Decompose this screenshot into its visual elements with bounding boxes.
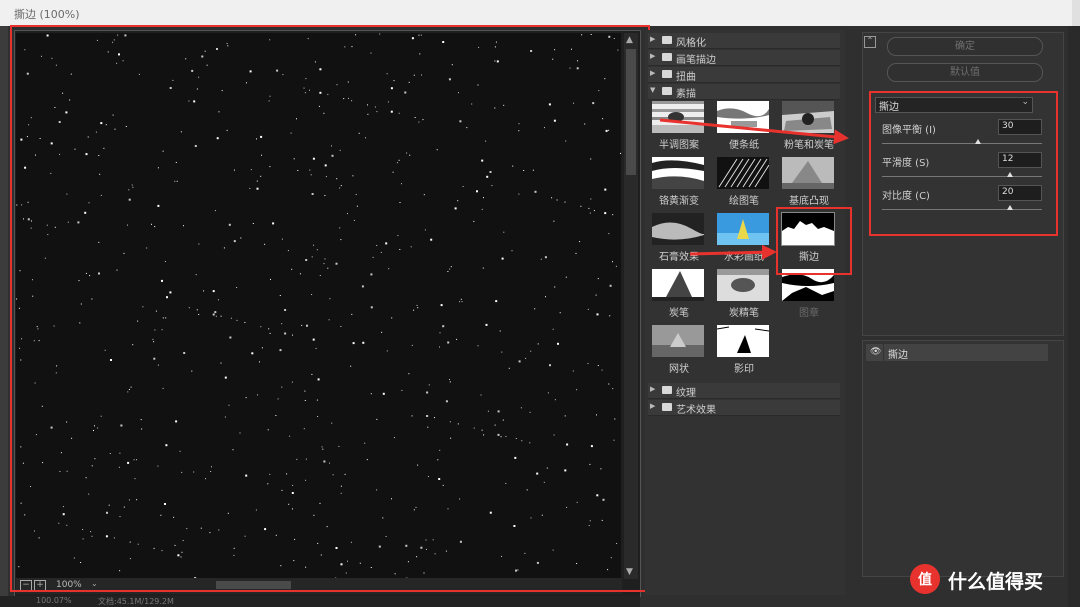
category-label: 风格化 <box>676 38 706 49</box>
status-bar: 100.07% 文档:45.1M/129.2M <box>0 596 640 607</box>
site-watermark: 值 什么值得买 <box>908 562 1080 598</box>
collapse-gallery-icon[interactable]: ⌃ <box>864 36 876 48</box>
filter-thumbnail <box>652 213 704 245</box>
folder-icon <box>662 70 672 78</box>
right-edge-strip <box>1068 26 1080 607</box>
filter-bas-relief[interactable]: 基底凸现 <box>780 157 840 211</box>
filter-conte-crayon[interactable]: 炭精笔 <box>715 269 775 323</box>
category-label: 素描 <box>676 89 696 100</box>
filter-thumbnail <box>652 157 704 189</box>
filter-thumbnail <box>717 101 769 133</box>
filter-label: 基底凸现 <box>789 196 829 207</box>
window-title: 撕边 (100%) <box>14 8 80 21</box>
folder-icon <box>662 403 672 411</box>
category-label: 画笔描边 <box>676 55 716 66</box>
filter-label: 网状 <box>669 364 689 375</box>
preview-highlight-box <box>10 25 650 592</box>
filter-chrome[interactable]: 铬黄渐变 <box>650 157 710 211</box>
filter-thumbnail <box>717 269 769 301</box>
ok-button[interactable]: 确定 <box>887 37 1043 56</box>
filter-label: 水彩画纸 <box>724 252 764 263</box>
folder-icon <box>662 53 672 61</box>
category-label: 纹理 <box>676 388 696 399</box>
title-bar-edge <box>1072 0 1080 26</box>
category-label: 艺术效果 <box>676 405 716 416</box>
filter-thumbnail <box>717 325 769 357</box>
filter-halftone-pattern[interactable]: 半调图案 <box>650 101 710 155</box>
layer-divider <box>883 344 884 361</box>
filter-stamp[interactable]: 图章 <box>780 269 840 323</box>
brand-logo-text: 值 <box>918 572 932 588</box>
title-bar: 撕边 (100%) <box>0 0 1080 27</box>
filter-label: 粉笔和炭笔 <box>784 140 834 151</box>
filter-thumbnail <box>652 325 704 357</box>
filter-thumbnail <box>717 157 769 189</box>
category-label: 扭曲 <box>676 72 696 83</box>
category-texture[interactable]: ▶ 纹理 <box>648 383 840 399</box>
filter-reticulation[interactable]: 网状 <box>650 325 710 379</box>
filter-graphic-pen[interactable]: 绘图笔 <box>715 157 775 211</box>
expand-icon: ▶ <box>650 385 656 393</box>
status-zoom: 100.07% <box>36 596 72 605</box>
folder-icon <box>662 87 672 95</box>
effect-layer-row[interactable]: 👁 撕边 <box>866 344 1048 361</box>
category-artistic[interactable]: ▶ 艺术效果 <box>648 400 840 416</box>
category-brush-strokes[interactable]: ▶ 画笔描边 <box>648 50 840 66</box>
filter-thumbnail <box>782 157 834 189</box>
settings-highlight-box <box>869 91 1058 236</box>
filter-label: 炭笔 <box>669 308 689 319</box>
filter-label: 便条纸 <box>729 140 759 151</box>
folder-icon <box>662 386 672 394</box>
category-stylize[interactable]: ▶ 风格化 <box>648 33 840 49</box>
filter-photocopy[interactable]: 影印 <box>715 325 775 379</box>
filter-water-paper[interactable]: 水彩画纸 <box>715 213 775 267</box>
category-sketch[interactable]: ▼ 素描 <box>648 84 840 100</box>
filter-label: 影印 <box>734 364 754 375</box>
filter-note-paper[interactable]: 便条纸 <box>715 101 775 155</box>
expand-icon: ▶ <box>650 402 656 410</box>
expand-icon: ▶ <box>650 35 656 43</box>
eye-icon[interactable]: 👁 <box>870 347 881 357</box>
filter-thumbnail <box>717 213 769 245</box>
brand-logo-icon: 值 <box>910 564 940 594</box>
filter-label: 炭精笔 <box>729 308 759 319</box>
filter-chalk-charcoal[interactable]: 粉笔和炭笔 <box>780 101 840 155</box>
filter-charcoal[interactable]: 炭笔 <box>650 269 710 323</box>
filter-plaster[interactable]: 石膏效果 <box>650 213 710 267</box>
filter-label: 石膏效果 <box>659 252 699 263</box>
category-distort[interactable]: ▶ 扭曲 <box>648 67 840 83</box>
expand-icon: ▶ <box>650 69 656 77</box>
expand-icon: ▶ <box>650 52 656 60</box>
filter-thumbnail <box>782 101 834 133</box>
status-doc-size: 文档:45.1M/129.2M <box>98 597 174 606</box>
effect-layer-name: 撕边 <box>888 350 908 361</box>
filter-label: 绘图笔 <box>729 196 759 207</box>
filter-thumbnail <box>652 269 704 301</box>
folder-icon <box>662 36 672 44</box>
collapse-icon: ▼ <box>650 86 656 94</box>
filter-label: 图章 <box>799 308 819 319</box>
left-edge <box>0 26 8 607</box>
filter-thumbnail <box>652 101 704 133</box>
default-button[interactable]: 默认值 <box>887 63 1043 82</box>
filter-label: 半调图案 <box>659 140 699 151</box>
effect-layers-panel <box>862 340 1064 577</box>
selected-filter-highlight-box <box>776 207 852 275</box>
filter-label: 铬黄渐变 <box>659 196 699 207</box>
brand-name: 什么值得买 <box>948 571 1044 593</box>
